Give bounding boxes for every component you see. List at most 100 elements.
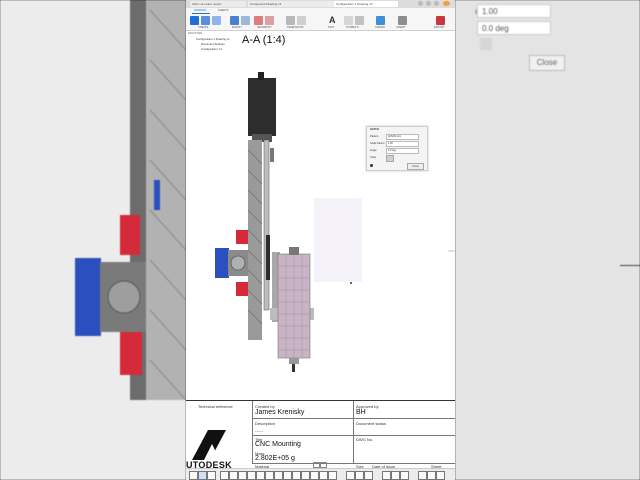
tab-document-1[interactable]: CNC cut router mount bbox=[190, 1, 246, 7]
notifications-icon[interactable] bbox=[426, 1, 431, 6]
browser-item-document-settings[interactable]: Document Settings bbox=[201, 42, 225, 46]
active-tab-underline bbox=[192, 13, 210, 14]
table-icon[interactable] bbox=[376, 16, 385, 25]
window-select-icon[interactable] bbox=[229, 471, 238, 480]
workspace-tab-drawing[interactable]: DRAWING bbox=[194, 9, 206, 12]
look-at-icon[interactable] bbox=[400, 471, 409, 480]
grid-icon[interactable] bbox=[265, 471, 274, 480]
insert-menu[interactable]: INSERT bbox=[396, 26, 405, 29]
motor-body bbox=[248, 78, 276, 136]
color-swatch[interactable] bbox=[386, 155, 394, 162]
stepper-motor-blue bbox=[215, 248, 229, 278]
text-menu[interactable]: TEXT bbox=[328, 26, 335, 29]
zoom-icon[interactable] bbox=[247, 471, 256, 480]
select-icon[interactable] bbox=[220, 471, 229, 480]
datum-icon[interactable] bbox=[355, 16, 364, 25]
projected-view-icon[interactable] bbox=[212, 16, 221, 25]
carriage-block-lower bbox=[236, 282, 248, 296]
measure-icon[interactable] bbox=[301, 471, 310, 480]
ordinate-dimension-icon[interactable] bbox=[297, 16, 306, 25]
print-icon[interactable] bbox=[328, 471, 337, 480]
display-icon[interactable] bbox=[283, 471, 292, 480]
hatch-dialog: HATCH Pattern ANSI31 Iron Scale Factor 1… bbox=[366, 126, 428, 171]
history-icon[interactable] bbox=[364, 471, 373, 480]
filter-icon[interactable] bbox=[418, 471, 427, 480]
rotate-icon[interactable] bbox=[241, 16, 250, 25]
account-icon[interactable] bbox=[418, 1, 423, 6]
new-drawing-icon[interactable] bbox=[190, 16, 199, 25]
help-icon[interactable] bbox=[434, 1, 439, 6]
document-tab-bar: CNC cut router mount Component Drawing v… bbox=[186, 0, 455, 8]
scale-input[interactable]: 1.00 bbox=[386, 141, 419, 147]
gear-icon[interactable] bbox=[436, 471, 445, 480]
info-icon[interactable] bbox=[370, 164, 373, 167]
description-value: ------ bbox=[255, 428, 263, 433]
tab-document-3[interactable]: Configuration 1 Drawing v1* bbox=[334, 1, 398, 7]
create-menu[interactable]: CREATE bbox=[198, 26, 208, 29]
browser-header: BROWSER bbox=[188, 31, 203, 35]
close-button[interactable]: Close bbox=[407, 163, 424, 170]
symbols-menu[interactable]: SYMBOLS bbox=[346, 26, 359, 29]
workspace-tab-sheets[interactable]: SHEETS bbox=[218, 9, 228, 12]
layers-icon[interactable] bbox=[292, 471, 301, 480]
move-icon[interactable] bbox=[230, 16, 239, 25]
redo-icon[interactable] bbox=[355, 471, 364, 480]
drawing-canvas[interactable] bbox=[186, 30, 455, 400]
browser-item-label: Configuration 1 Drawing v1 bbox=[196, 37, 230, 41]
angle-input[interactable]: 0.0 deg bbox=[386, 148, 419, 154]
modify-menu[interactable]: MODIFY bbox=[232, 26, 242, 29]
surface-texture-icon[interactable] bbox=[344, 16, 353, 25]
browser-item-root[interactable]: Configuration 1 Drawing v1 bbox=[196, 37, 230, 41]
scale-label: Scale Factor bbox=[370, 142, 385, 145]
technical-reference-label: Technical reference bbox=[198, 404, 233, 409]
hatch-preview bbox=[314, 198, 362, 282]
lead-screw bbox=[263, 139, 270, 311]
settings-icon[interactable] bbox=[427, 471, 436, 480]
section-view-drawing bbox=[215, 72, 455, 372]
base-view-icon[interactable] bbox=[201, 16, 210, 25]
geometry-menu[interactable]: GEOMETRY bbox=[257, 26, 272, 29]
insert-icon[interactable] bbox=[398, 16, 407, 25]
dimensions-menu[interactable]: DIMENSIONS bbox=[287, 26, 303, 29]
orbit-icon[interactable] bbox=[391, 471, 400, 480]
fit-icon[interactable] bbox=[256, 471, 265, 480]
color-label: Color bbox=[370, 156, 377, 159]
spindle-collet bbox=[289, 358, 299, 364]
nut-block bbox=[266, 235, 270, 280]
section-icon[interactable] bbox=[310, 471, 319, 480]
export-icon[interactable] bbox=[319, 471, 328, 480]
export-pdf-icon[interactable] bbox=[436, 16, 445, 25]
created-by-value: James Krenisky bbox=[255, 409, 305, 416]
first-sheet-icon[interactable] bbox=[189, 471, 198, 480]
export-menu[interactable]: EXPORT bbox=[434, 26, 445, 29]
bg-color-swatch bbox=[480, 38, 492, 50]
view-icon[interactable] bbox=[382, 471, 391, 480]
bg-field-scale: 1.00 bbox=[477, 4, 551, 18]
autodesk-logo-icon bbox=[192, 430, 226, 460]
motor-connector bbox=[258, 72, 264, 80]
browser-item-configuration[interactable]: Configuration 1:1 bbox=[201, 47, 222, 51]
undo-icon[interactable] bbox=[346, 471, 355, 480]
pattern-select[interactable]: ANSI31 Iron bbox=[386, 134, 419, 140]
background-left-drawing bbox=[0, 0, 186, 480]
dimension-icon[interactable] bbox=[286, 16, 295, 25]
mounting-plate bbox=[248, 140, 262, 340]
sheet-1-icon[interactable] bbox=[198, 471, 207, 480]
centerline-icon[interactable] bbox=[254, 16, 263, 25]
text-icon[interactable]: A bbox=[329, 15, 336, 25]
center-mark-icon[interactable] bbox=[265, 16, 274, 25]
tab-label: Component Drawing v1 bbox=[250, 2, 282, 6]
pan-icon[interactable] bbox=[238, 471, 247, 480]
tables-menu[interactable]: TABLES bbox=[375, 26, 385, 29]
add-sheet-icon[interactable] bbox=[207, 471, 216, 480]
bg-line bbox=[620, 265, 640, 266]
ribbon-toolbar: DRAWING SHEETS CREATE MODIFY GEOMETRY DI… bbox=[186, 8, 455, 31]
user-avatar[interactable] bbox=[443, 1, 450, 6]
background-left bbox=[0, 0, 186, 480]
tab-document-2[interactable]: Component Drawing v1 bbox=[248, 1, 334, 7]
snap-icon[interactable] bbox=[274, 471, 283, 480]
bg-value-scale: 1.00 bbox=[482, 7, 498, 16]
description-label: Description bbox=[255, 421, 276, 426]
bg-field-angle: 0.0 deg bbox=[477, 21, 551, 35]
browser-item-label: Configuration 1:1 bbox=[201, 47, 223, 51]
